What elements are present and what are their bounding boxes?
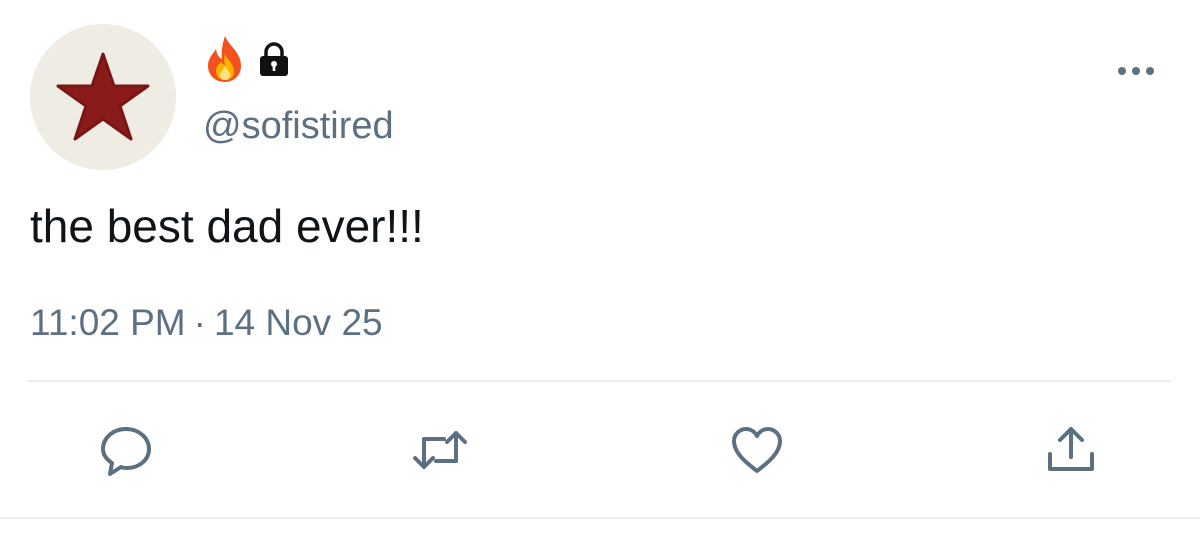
tweet-card: @sofistired the best dad ever!!! 11:02 P… (0, 0, 1200, 535)
heart-icon (732, 427, 782, 473)
share-icon (1048, 427, 1094, 471)
meta-separator: · (193, 302, 206, 343)
reply-button[interactable] (96, 422, 156, 478)
star-icon (30, 24, 176, 170)
tweet-date: 14 Nov 25 (213, 302, 383, 343)
tweet-time: 11:02 PM (30, 302, 186, 343)
display-name (203, 34, 291, 84)
share-button[interactable] (1041, 422, 1101, 478)
divider (28, 380, 1171, 382)
card-bottom-border (0, 517, 1200, 519)
more-options-button[interactable] (1112, 56, 1160, 86)
more-dots-icon (1118, 67, 1154, 75)
like-button[interactable] (727, 422, 787, 478)
retweet-button[interactable] (410, 422, 470, 478)
reply-icon (101, 427, 151, 476)
fire-icon (203, 34, 247, 84)
tweet-text: the best dad ever!!! (30, 200, 424, 252)
user-handle[interactable]: @sofistired (203, 101, 394, 151)
avatar[interactable] (30, 24, 176, 170)
tweet-timestamp[interactable]: 11:02 PM · 14 Nov 25 (30, 298, 383, 348)
retweet-icon (413, 431, 467, 469)
lock-icon (257, 41, 291, 77)
